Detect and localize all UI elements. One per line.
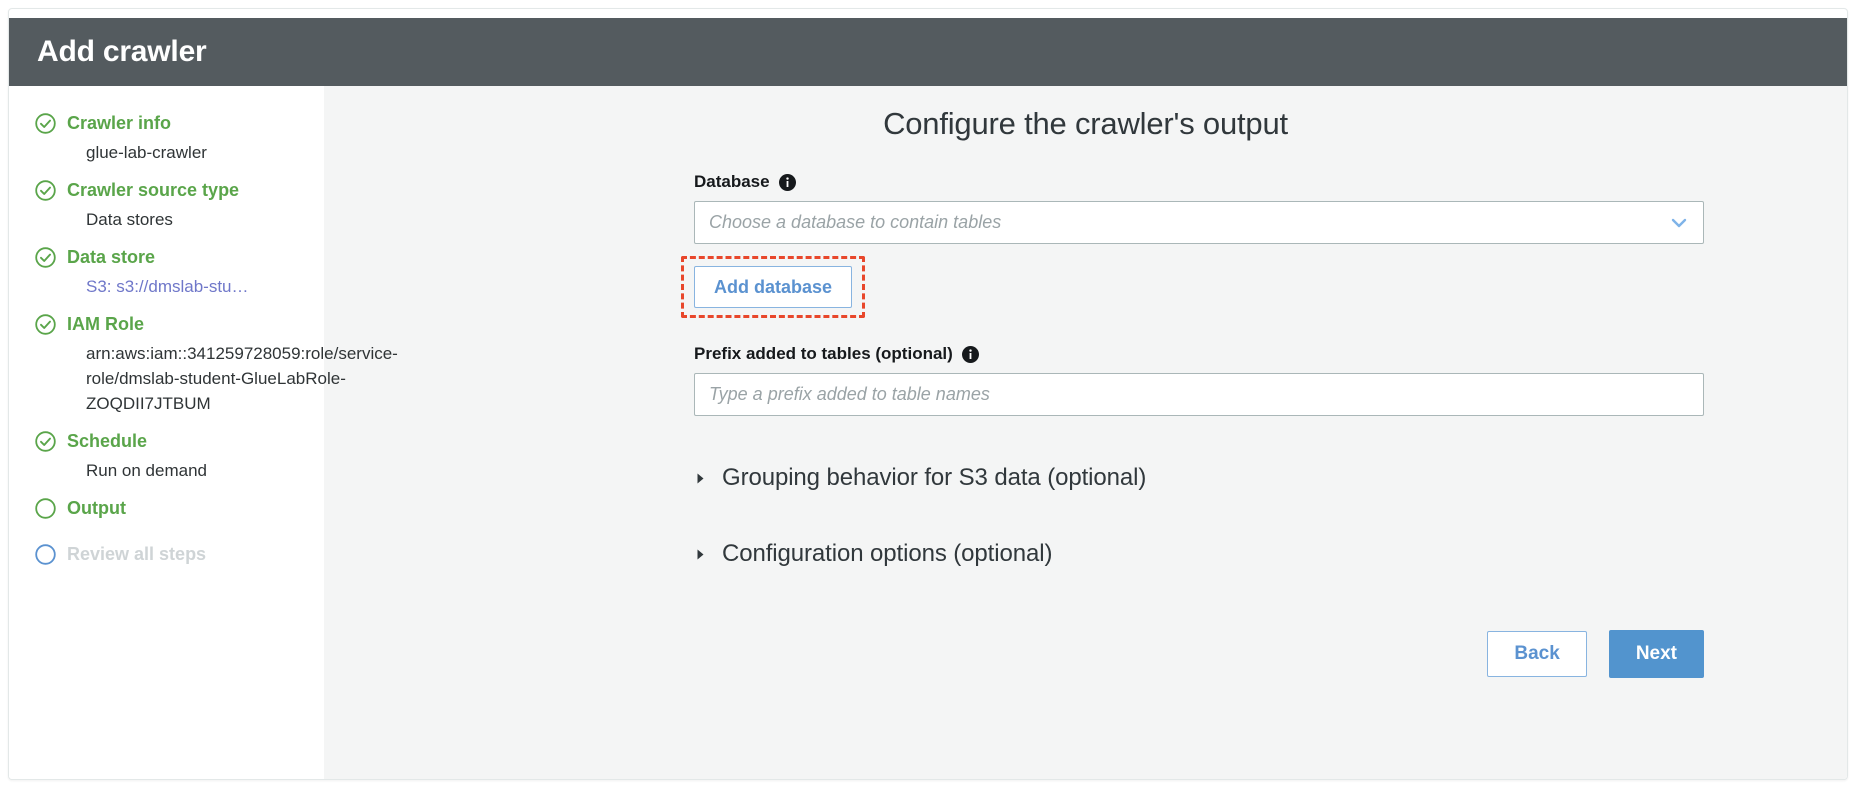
sidebar-step-crawler-info[interactable]: Crawler info [35,110,324,136]
check-circle-icon [35,314,56,335]
check-circle-icon [35,113,56,134]
sidebar-step-label: Review all steps [67,541,206,567]
circle-blue-icon [35,544,56,565]
expander-configuration-options[interactable]: Configuration options (optional) [694,540,1704,568]
page-header-title: Add crawler [37,35,207,69]
database-label-text: Database [694,172,770,192]
prefix-input-placeholder: Type a prefix added to table names [709,384,1689,405]
next-button[interactable]: Next [1609,630,1704,678]
sidebar-step-label: Data store [67,244,155,270]
add-database-button[interactable]: Add database [694,266,852,308]
sidebar-step-label: IAM Role [67,311,144,337]
sidebar-step-iam-role[interactable]: IAM Role [35,311,324,337]
caret-right-icon [694,548,707,561]
database-select-placeholder: Choose a database to contain tables [709,212,1661,233]
caret-right-icon [694,472,707,485]
sidebar-step-value-iam-role: arn:aws:iam::341259728059:role/service-r… [86,341,416,416]
sidebar-step-label: Output [67,495,126,521]
prefix-label-text: Prefix added to tables (optional) [694,344,953,364]
prefix-input[interactable]: Type a prefix added to table names [694,373,1704,416]
expander-grouping-behavior-label: Grouping behavior for S3 data (optional) [722,464,1146,492]
output-form: Database Choose a database to contain ta… [694,172,1704,678]
database-select[interactable]: Choose a database to contain tables [694,201,1704,244]
check-circle-icon [35,180,56,201]
screen: Add crawler Configure the crawler's outp… [0,0,1856,810]
sidebar-step-data-store[interactable]: Data store [35,244,324,270]
sidebar-step-schedule[interactable]: Schedule [35,428,324,454]
expander-configuration-options-label: Configuration options (optional) [722,540,1052,568]
sidebar-step-value-data-store[interactable]: S3: s3://dmslab-stu… [86,274,324,299]
prefix-label: Prefix added to tables (optional) [694,344,1704,364]
info-icon[interactable] [962,346,979,363]
sidebar-step-crawler-source-type[interactable]: Crawler source type [35,177,324,203]
back-button[interactable]: Back [1487,631,1586,677]
sidebar-step-label: Crawler source type [67,177,239,203]
chevron-down-icon [1669,213,1689,233]
window-titlebar: Add crawler [9,18,1847,86]
wizard-sidebar: Crawler info glue-lab-crawler Crawler so… [9,86,324,779]
add-crawler-card: Add crawler Configure the crawler's outp… [8,8,1848,780]
prefix-field-block: Prefix added to tables (optional) Type [694,344,1704,416]
content-panel: Configure the crawler's output Database [324,86,1847,779]
circle-green-icon [35,498,56,519]
check-circle-icon [35,247,56,268]
check-circle-icon [35,431,56,452]
wizard-body: Configure the crawler's output Database [9,86,1847,779]
database-label: Database [694,172,1704,192]
wizard-footer: Back Next [694,630,1704,678]
sidebar-step-label: Crawler info [67,110,171,136]
sidebar-step-label: Schedule [67,428,147,454]
sidebar-step-review-all-steps: Review all steps [35,541,324,567]
add-database-wrapper: Add database [694,266,852,308]
sidebar-step-output[interactable]: Output [35,495,324,521]
sidebar-step-value-crawler-info: glue-lab-crawler [86,140,324,165]
info-icon[interactable] [779,174,796,191]
expander-grouping-behavior[interactable]: Grouping behavior for S3 data (optional) [694,464,1704,492]
sidebar-step-value-schedule: Run on demand [86,458,324,483]
page-title: Configure the crawler's output [324,106,1847,142]
sidebar-step-value-crawler-source-type: Data stores [86,207,324,232]
